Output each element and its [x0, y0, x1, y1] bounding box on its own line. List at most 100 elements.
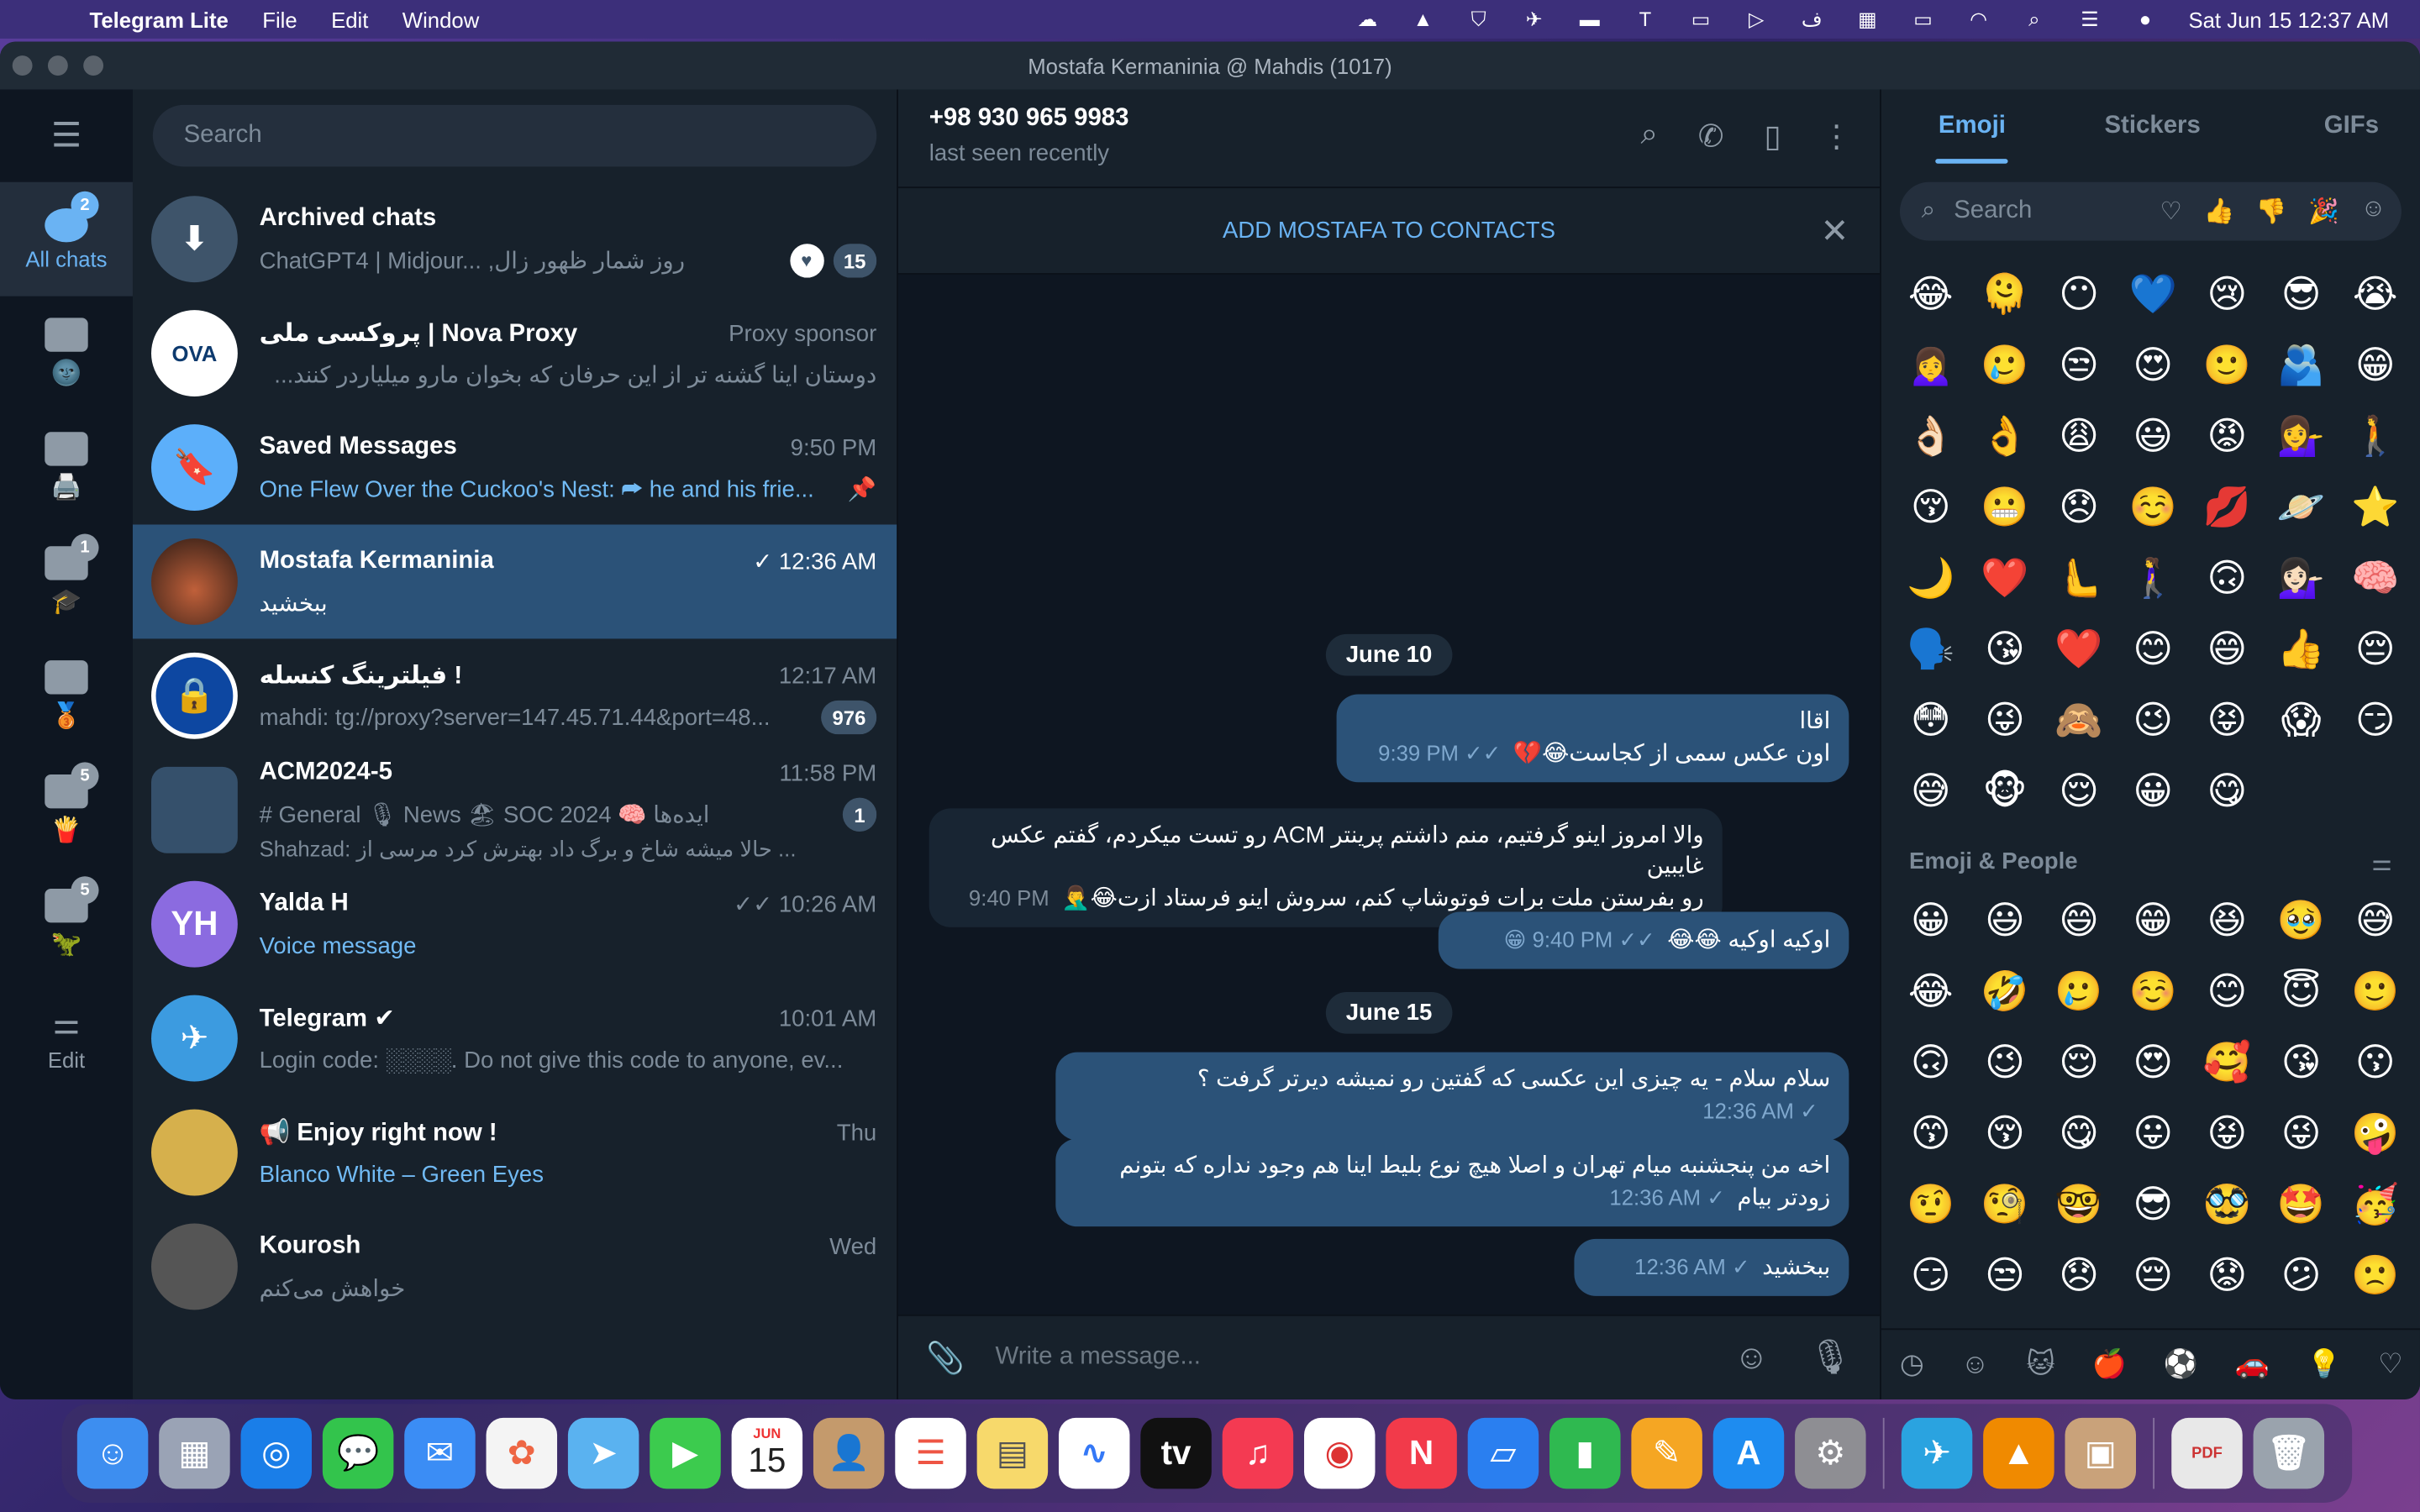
reminders-icon[interactable]: ☰: [895, 1417, 966, 1489]
recent-emoji[interactable]: ❤️: [1968, 543, 2042, 614]
safari-icon[interactable]: ◎: [240, 1417, 313, 1489]
party-category-icon[interactable]: 🎉: [2308, 196, 2339, 227]
control-center-icon[interactable]: ☰: [2071, 7, 2108, 31]
people-emoji[interactable]: 🥳: [2338, 1169, 2412, 1240]
close-icon[interactable]: ✕: [1821, 211, 1849, 251]
pages-icon[interactable]: ✎: [1631, 1417, 1702, 1489]
people-emoji[interactable]: 🤓: [2042, 1169, 2116, 1240]
people-emoji[interactable]: 😗: [2338, 1027, 2412, 1098]
chat-row-filtering[interactable]: 🔒 فیلترینگ کنسله ! 12:17 AM mahdi: tg://p…: [133, 638, 897, 753]
recent-emoji[interactable]: 😬: [1968, 472, 2042, 543]
sidebar-toggle-icon[interactable]: ▯: [1764, 118, 1781, 156]
people-emoji[interactable]: 🙃: [1894, 1027, 1968, 1098]
recent-emoji[interactable]: 😔: [2338, 614, 2412, 685]
file-menu[interactable]: File: [262, 7, 297, 31]
recent-emoji[interactable]: 😚: [1894, 472, 1968, 543]
recent-emoji[interactable]: 🚶‍♀️: [2116, 543, 2190, 614]
recent-emoji[interactable]: 😞: [2042, 472, 2116, 543]
thumbs-down-category-icon[interactable]: 👎: [2256, 196, 2287, 227]
recent-emoji[interactable]: 🐵: [1968, 756, 2042, 827]
apple-tv-icon[interactable]: tv: [1140, 1417, 1212, 1489]
recent-emoji[interactable]: 🫷: [2042, 543, 2116, 614]
recent-emoji[interactable]: 💋: [2190, 472, 2264, 543]
wifi-icon[interactable]: ◠: [1960, 7, 1997, 31]
section-settings-icon[interactable]: ⚌: [2371, 848, 2392, 876]
recent-emoji[interactable]: 😩: [2042, 402, 2116, 472]
recent-emoji[interactable]: 😭: [2338, 260, 2412, 330]
folder-5[interactable]: 5 🍟: [0, 753, 133, 867]
message-bubble[interactable]: والا امروز اینو گرفتیم، منم داشتم پرینتر…: [929, 808, 1723, 927]
recent-emoji[interactable]: 💁‍♀️: [2264, 402, 2338, 472]
recent-emoji[interactable]: 🗣️: [1894, 614, 1968, 685]
people-emoji[interactable]: 😄: [2042, 885, 2116, 956]
notes-icon[interactable]: ▤: [976, 1417, 1049, 1489]
recent-emoji[interactable]: 🙈: [2042, 685, 2116, 755]
people-emoji[interactable]: 🤪: [2338, 1099, 2412, 1169]
recent-emoji[interactable]: 😀: [2116, 756, 2190, 827]
battery-icon[interactable]: ▭: [1905, 7, 1942, 31]
people-emoji[interactable]: 😁: [2116, 885, 2190, 956]
chat-search-input[interactable]: Search: [152, 104, 877, 167]
zoom-window-button[interactable]: [83, 55, 104, 76]
people-emoji[interactable]: 🙁: [2338, 1241, 2412, 1311]
recent-emoji[interactable]: 🫂: [2264, 330, 2338, 401]
people-emoji[interactable]: 😆: [2190, 885, 2264, 956]
launchpad-icon[interactable]: ▦: [159, 1417, 230, 1489]
recent-emoji[interactable]: 😢: [2190, 260, 2264, 330]
contacts-icon[interactable]: 👤: [813, 1417, 885, 1489]
phone-icon[interactable]: ✆: [1698, 118, 1724, 156]
people-emoji[interactable]: 😂: [1894, 957, 1968, 1027]
recent-emoji[interactable]: 🙃: [2190, 543, 2264, 614]
message-bubble[interactable]: ببخشید 12:36 AM ✓: [1574, 1238, 1849, 1296]
chat-row-archived[interactable]: ⬇ Archived chats ChatGPT4 | Midjour... ,…: [133, 182, 897, 297]
people-emoji[interactable]: 😃: [1968, 885, 2042, 956]
message-bubble[interactable]: اوکیه اوکیه 😂😂 😁 9:40 PM ✓✓: [1438, 911, 1849, 969]
recent-emoji[interactable]: 🌙: [1894, 543, 1968, 614]
recent-emoji[interactable]: ☺️: [2116, 472, 2190, 543]
travel-category-icon[interactable]: 🚗: [2235, 1348, 2270, 1381]
recent-emoji[interactable]: 😒: [2042, 330, 2116, 401]
people-emoji[interactable]: 😘: [2264, 1027, 2338, 1098]
people-emoji[interactable]: 🤨: [1894, 1169, 1968, 1240]
calendar-icon[interactable]: JUN 15: [731, 1417, 803, 1489]
photos-icon[interactable]: ✿: [486, 1417, 558, 1489]
objects-category-icon[interactable]: 💡: [2307, 1348, 2341, 1381]
animals-category-icon[interactable]: 🐱: [2026, 1348, 2054, 1381]
people-emoji[interactable]: 😉: [1968, 1027, 2042, 1098]
chat-row-acm[interactable]: ACM2024-5 11:58 PM # General 🎙 News 🏖 SOC…: [133, 753, 897, 867]
recent-emoji[interactable]: 😎: [2264, 260, 2338, 330]
recent-emoji[interactable]: 💁🏻‍♀️: [2264, 543, 2338, 614]
recent-category-icon[interactable]: ◷: [1900, 1348, 1924, 1381]
people-emoji[interactable]: 😏: [1894, 1241, 1968, 1311]
people-emoji[interactable]: 🥰: [2190, 1027, 2264, 1098]
recent-emoji[interactable]: 😄: [2190, 614, 2264, 685]
people-emoji[interactable]: 😋: [2042, 1099, 2116, 1169]
recent-emoji[interactable]: 🥲: [1968, 330, 2042, 401]
people-emoji[interactable]: 😞: [2042, 1241, 2116, 1311]
food-category-icon[interactable]: 🍎: [2092, 1348, 2127, 1381]
people-emoji[interactable]: 😙: [1894, 1099, 1968, 1169]
news-icon[interactable]: N: [1386, 1417, 1457, 1489]
recent-emoji[interactable]: 😳: [1894, 685, 1968, 755]
display-status-icon[interactable]: ▭: [1682, 7, 1719, 31]
people-emoji[interactable]: 🤩: [2264, 1169, 2338, 1240]
shield-status-icon[interactable]: ⛉: [1460, 7, 1497, 31]
people-emoji[interactable]: 😊: [2190, 957, 2264, 1027]
recent-emoji[interactable]: 😁: [2338, 330, 2412, 401]
airplane-status-icon[interactable]: ✈: [1516, 7, 1553, 31]
siri-icon[interactable]: ●: [2127, 7, 2164, 31]
edit-folders[interactable]: ⚌ Edit: [0, 981, 133, 1095]
hamburger-menu-icon[interactable]: ☰: [0, 90, 133, 182]
people-emoji[interactable]: 😒: [1968, 1241, 2042, 1311]
people-emoji[interactable]: 😍: [2116, 1027, 2190, 1098]
tab-stickers[interactable]: Stickers: [2006, 113, 2200, 140]
recent-emoji[interactable]: 🧠: [2338, 543, 2412, 614]
people-emoji[interactable]: 😜: [2264, 1099, 2338, 1169]
message-bubble[interactable]: اخه من پنجشنبه میام تهران و اصلا هیچ نوع…: [1055, 1138, 1849, 1227]
chat-row-kourosh[interactable]: Kourosh Wed خواهش می‌کنم: [133, 1210, 897, 1324]
chat-header[interactable]: +98 930 965 9983 last seen recently ⌕ ✆ …: [897, 89, 1881, 189]
add-contact-button[interactable]: ADD MOSTAFA TO CONTACTS: [1223, 218, 1555, 244]
chat-row-enjoy[interactable]: 📢 Enjoy right now ! Thu Blanco White – Gr…: [133, 1095, 897, 1210]
close-window-button[interactable]: [12, 55, 33, 76]
recent-emoji[interactable]: 😋: [2190, 756, 2264, 827]
